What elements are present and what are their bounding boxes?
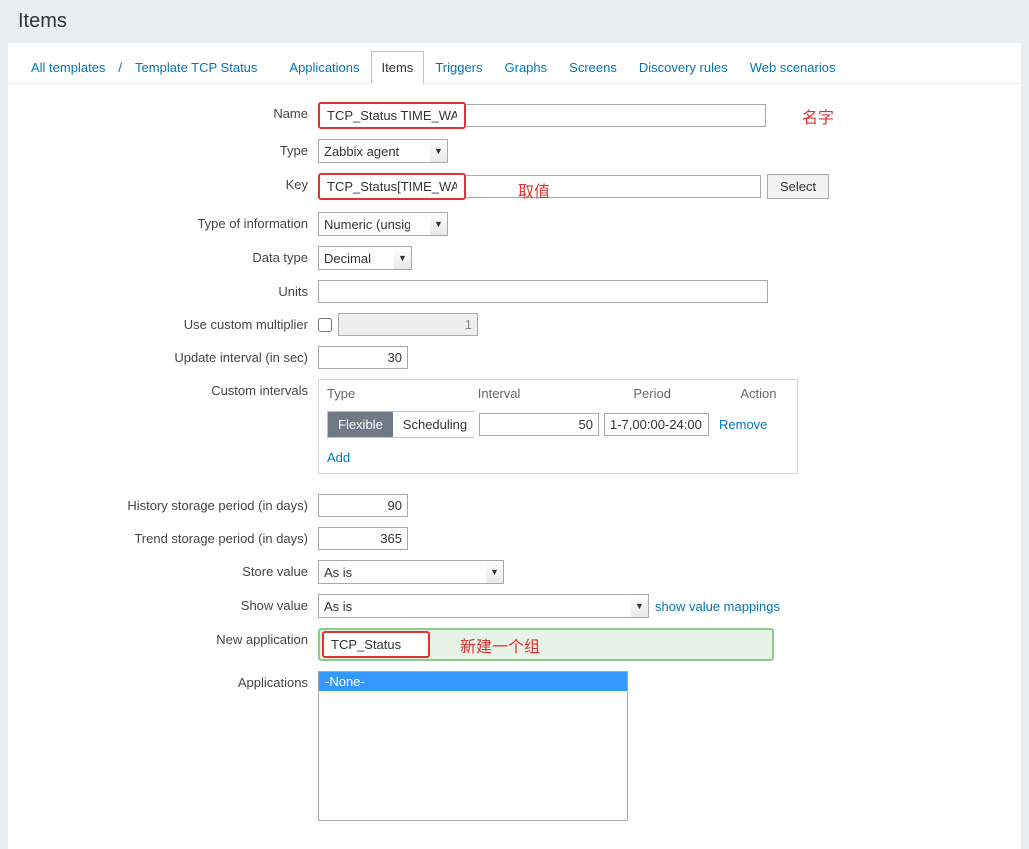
new-application-label: New application xyxy=(28,628,318,647)
type-info-select[interactable]: Numeric (unsigned) xyxy=(318,212,430,236)
data-type-label: Data type xyxy=(28,246,318,265)
name-input[interactable] xyxy=(322,105,462,126)
breadcrumb-template[interactable]: Template TCP Status xyxy=(124,51,268,83)
show-value-label: Show value xyxy=(28,594,318,613)
tab-applications[interactable]: Applications xyxy=(278,51,370,83)
store-value-select[interactable]: As is xyxy=(318,560,486,584)
tab-graphs[interactable]: Graphs xyxy=(494,51,559,83)
tab-discovery[interactable]: Discovery rules xyxy=(628,51,739,83)
breadcrumb-separator: / xyxy=(116,52,124,83)
interval-scheduling-tab[interactable]: Scheduling xyxy=(393,412,477,437)
chevron-down-icon: ▼ xyxy=(486,560,504,584)
custom-intervals-label: Custom intervals xyxy=(28,379,318,398)
units-label: Units xyxy=(28,280,318,299)
intervals-table: Type Interval Period Action Flexible Sch… xyxy=(318,379,798,474)
intervals-header-type: Type xyxy=(327,386,478,401)
type-info-label: Type of information xyxy=(28,212,318,231)
remove-interval-link[interactable]: Remove xyxy=(719,417,767,432)
tab-screens[interactable]: Screens xyxy=(558,51,628,83)
key-input[interactable] xyxy=(322,176,462,197)
store-value-label: Store value xyxy=(28,560,318,579)
trend-storage-label: Trend storage period (in days) xyxy=(28,527,318,546)
chevron-down-icon: ▼ xyxy=(430,139,448,163)
tab-triggers[interactable]: Triggers xyxy=(424,51,493,83)
name-highlight xyxy=(318,102,466,129)
key-annotation-text: 取值 xyxy=(518,184,550,201)
multiplier-label: Use custom multiplier xyxy=(28,313,318,332)
key-highlight xyxy=(318,173,466,200)
breadcrumb-all-templates[interactable]: All templates xyxy=(20,51,116,83)
name-annotation: 名字 xyxy=(802,104,834,128)
chevron-down-icon: ▼ xyxy=(631,594,649,618)
multiplier-checkbox[interactable] xyxy=(318,318,332,332)
history-storage-input[interactable] xyxy=(318,494,408,517)
trend-storage-input[interactable] xyxy=(318,527,408,550)
name-input-ext[interactable] xyxy=(466,104,766,127)
chevron-down-icon: ▼ xyxy=(430,212,448,236)
interval-flexible-tab[interactable]: Flexible xyxy=(328,412,393,437)
intervals-header-interval: Interval xyxy=(478,386,634,401)
form-area: Name 名字 Type Zabbix agent ▼ Ke xyxy=(8,84,1021,849)
new-app-annotation: 新建一个组 xyxy=(460,633,540,657)
multiplier-input xyxy=(338,313,478,336)
key-label: Key xyxy=(28,173,318,192)
show-value-mappings-link[interactable]: show value mappings xyxy=(655,599,780,614)
units-input[interactable] xyxy=(318,280,768,303)
add-interval-link[interactable]: Add xyxy=(327,450,350,465)
applications-listbox[interactable]: -None- xyxy=(318,671,628,821)
period-value-input[interactable] xyxy=(604,413,709,436)
show-value-select[interactable]: As is xyxy=(318,594,631,618)
intervals-header-action: Action xyxy=(740,386,789,401)
type-select[interactable]: Zabbix agent xyxy=(318,139,430,163)
app-option-none[interactable]: -None- xyxy=(319,672,627,691)
tab-navigation: All templates / Template TCP Status Appl… xyxy=(8,43,1021,84)
page-title: Items xyxy=(0,0,1029,43)
new-application-highlight: 新建一个组 xyxy=(318,628,774,661)
content-wrapper: All templates / Template TCP Status Appl… xyxy=(8,43,1021,849)
tab-items[interactable]: Items xyxy=(371,51,425,84)
new-application-input[interactable] xyxy=(326,634,426,655)
name-label: Name xyxy=(28,102,318,121)
update-interval-input[interactable] xyxy=(318,346,408,369)
interval-type-toggle: Flexible Scheduling xyxy=(327,411,474,438)
new-application-input-ext[interactable] xyxy=(540,634,770,655)
interval-value-input[interactable] xyxy=(479,413,599,436)
chevron-down-icon: ▼ xyxy=(394,246,412,270)
history-storage-label: History storage period (in days) xyxy=(28,494,318,513)
tab-web-scenarios[interactable]: Web scenarios xyxy=(739,51,847,83)
applications-label: Applications xyxy=(28,671,318,690)
update-interval-label: Update interval (in sec) xyxy=(28,346,318,365)
type-label: Type xyxy=(28,139,318,158)
data-type-select[interactable]: Decimal xyxy=(318,246,394,270)
intervals-header-period: Period xyxy=(633,386,740,401)
